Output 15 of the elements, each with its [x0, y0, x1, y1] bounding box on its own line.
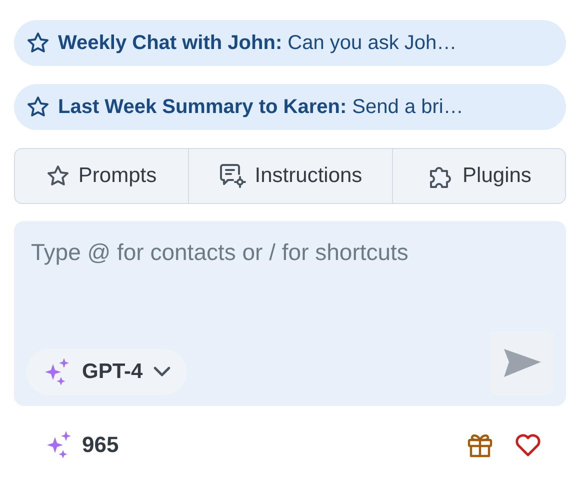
- message-field[interactable]: Type @ for contacts or / for shortcuts GPT-4: [14, 221, 566, 406]
- tab[interactable]: Plugins: [392, 149, 565, 203]
- credit-count: 965: [82, 431, 119, 459]
- heart-icon[interactable]: [514, 432, 542, 458]
- suggestion-chip[interactable]: Last Week Summary to Karen: Send a bri…: [14, 84, 566, 130]
- star-icon: [46, 164, 70, 188]
- star-icon: [26, 95, 50, 119]
- tab[interactable]: Prompts: [15, 149, 188, 203]
- chat-gear-icon: [218, 163, 247, 189]
- tab[interactable]: Instructions: [188, 149, 392, 203]
- caret-icon: [152, 366, 171, 378]
- suggestion-chip[interactable]: Weekly Chat with John: Can you ask Joh…: [14, 20, 566, 66]
- star-icon: [26, 31, 50, 55]
- model-dropdown[interactable]: GPT-4: [26, 349, 187, 395]
- send-icon: [502, 347, 542, 379]
